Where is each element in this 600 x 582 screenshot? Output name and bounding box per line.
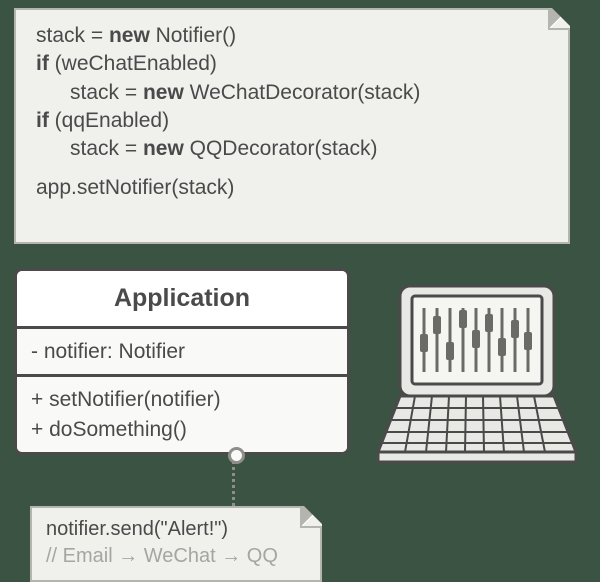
code-line: stack = new QQDecorator(stack) [36,135,548,163]
uml-class-title: Application [17,271,347,326]
uml-method: + setNotifier(notifier) [31,385,333,414]
uml-field: - notifier: Notifier [17,326,347,374]
code-line: notifier.send("Alert!") [46,516,306,543]
code-line: if (qqEnabled) [36,107,548,135]
code-comment: // Email → WeChat → QQ [46,543,306,570]
code-line: app.setNotifier(stack) [36,174,548,202]
code-line: if (weChatEnabled) [36,50,548,78]
method-body-note: notifier.send("Alert!") // Email → WeCha… [30,506,322,582]
page-fold-icon [548,8,570,30]
code-line: stack = new Notifier() [36,22,548,50]
uml-methods: + setNotifier(notifier) + doSomething() [17,374,347,452]
page-fold-icon [300,506,322,528]
note-connector [232,454,235,512]
laptop-icon [372,280,582,470]
uml-method: + doSomething() [31,415,333,444]
code-snippet-note: stack = new Notifier() if (weChatEnabled… [14,8,570,244]
code-line: stack = new WeChatDecorator(stack) [36,79,548,107]
uml-class-application: Application - notifier: Notifier + setNo… [14,268,350,455]
